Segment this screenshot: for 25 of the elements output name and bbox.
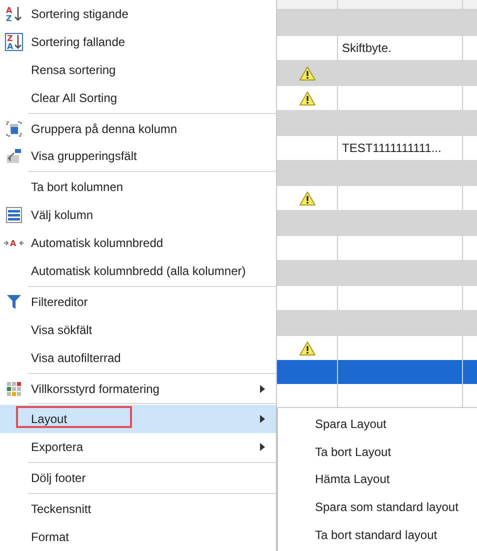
group-icon	[6, 120, 22, 136]
submenu-item[interactable]: Ta bort Layout	[278, 438, 477, 466]
submenu-arrow-icon	[260, 443, 265, 452]
submenu-item[interactable]: Spara som standard layout	[278, 493, 477, 522]
submenu-arrow-icon	[260, 384, 265, 393]
column-list-icon	[6, 207, 22, 224]
filter-icon	[7, 294, 21, 309]
sort-descending-icon: Z A	[5, 32, 23, 51]
grid-row[interactable]	[277, 210, 477, 236]
color-grid-icon	[7, 382, 21, 396]
submenu-item[interactable]: Spara Layout	[278, 410, 477, 438]
grid-row[interactable]	[277, 160, 477, 186]
submenu-item[interactable]: Hämta Layout	[278, 466, 477, 494]
grid-row[interactable]	[277, 110, 477, 136]
group-panel-icon	[6, 148, 22, 164]
submenu-item[interactable]: Ta bort standard layout	[278, 521, 477, 549]
table-cell-text: Skiftbyte.	[342, 40, 392, 57]
menu-item[interactable]: Layout	[0, 405, 276, 434]
grid-row[interactable]	[277, 60, 477, 86]
submenu-arrow-icon	[260, 415, 265, 424]
grid-row[interactable]	[277, 10, 477, 36]
grid-row[interactable]	[277, 360, 477, 384]
grid-row[interactable]	[277, 310, 477, 336]
grid-row[interactable]	[277, 260, 477, 286]
table-cell-text: TEST1111111111...	[342, 140, 442, 157]
